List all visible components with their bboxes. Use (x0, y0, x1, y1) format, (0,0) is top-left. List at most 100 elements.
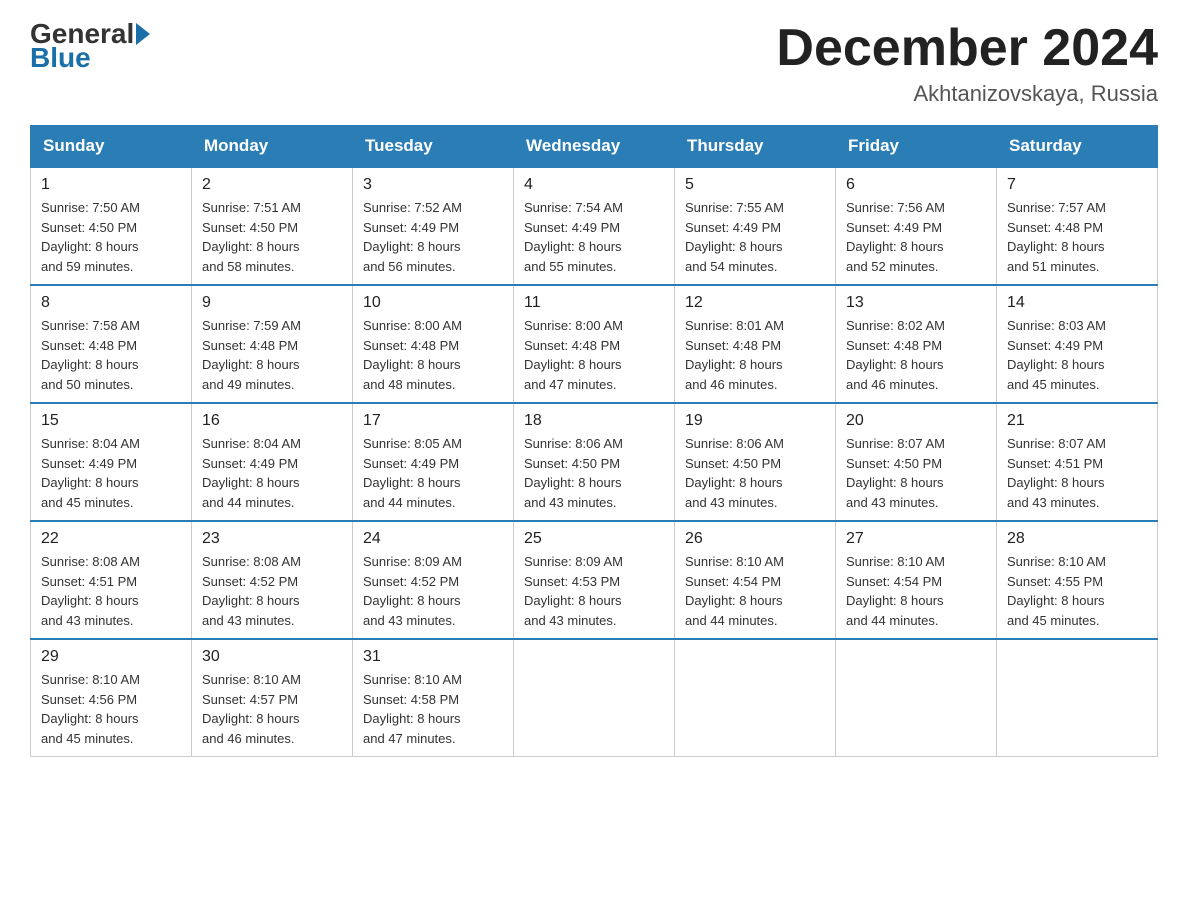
calendar-day-cell: 1 Sunrise: 7:50 AMSunset: 4:50 PMDayligh… (31, 167, 192, 285)
calendar-day-cell: 7 Sunrise: 7:57 AMSunset: 4:48 PMDayligh… (997, 167, 1158, 285)
calendar-day-cell: 6 Sunrise: 7:56 AMSunset: 4:49 PMDayligh… (836, 167, 997, 285)
month-year-title: December 2024 (776, 20, 1158, 77)
day-number: 4 (524, 176, 664, 194)
day-number: 10 (363, 294, 503, 312)
logo-blue-text: Blue (30, 42, 91, 74)
day-info: Sunrise: 8:08 AMSunset: 4:51 PMDaylight:… (41, 552, 181, 630)
calendar-table: Sunday Monday Tuesday Wednesday Thursday… (30, 125, 1158, 757)
calendar-day-cell: 22 Sunrise: 8:08 AMSunset: 4:51 PMDaylig… (31, 521, 192, 639)
day-number: 23 (202, 530, 342, 548)
day-info: Sunrise: 7:55 AMSunset: 4:49 PMDaylight:… (685, 198, 825, 276)
calendar-day-cell: 2 Sunrise: 7:51 AMSunset: 4:50 PMDayligh… (192, 167, 353, 285)
col-thursday: Thursday (675, 126, 836, 168)
day-info: Sunrise: 8:05 AMSunset: 4:49 PMDaylight:… (363, 434, 503, 512)
day-info: Sunrise: 7:51 AMSunset: 4:50 PMDaylight:… (202, 198, 342, 276)
day-number: 3 (363, 176, 503, 194)
col-monday: Monday (192, 126, 353, 168)
day-number: 27 (846, 530, 986, 548)
calendar-day-cell: 30 Sunrise: 8:10 AMSunset: 4:57 PMDaylig… (192, 639, 353, 757)
calendar-day-cell: 27 Sunrise: 8:10 AMSunset: 4:54 PMDaylig… (836, 521, 997, 639)
calendar-week-row: 1 Sunrise: 7:50 AMSunset: 4:50 PMDayligh… (31, 167, 1158, 285)
day-number: 11 (524, 294, 664, 312)
day-number: 16 (202, 412, 342, 430)
day-number: 17 (363, 412, 503, 430)
day-number: 21 (1007, 412, 1147, 430)
day-info: Sunrise: 8:07 AMSunset: 4:51 PMDaylight:… (1007, 434, 1147, 512)
calendar-day-cell: 10 Sunrise: 8:00 AMSunset: 4:48 PMDaylig… (353, 285, 514, 403)
day-number: 8 (41, 294, 181, 312)
calendar-day-cell: 24 Sunrise: 8:09 AMSunset: 4:52 PMDaylig… (353, 521, 514, 639)
calendar-day-cell: 11 Sunrise: 8:00 AMSunset: 4:48 PMDaylig… (514, 285, 675, 403)
day-info: Sunrise: 8:10 AMSunset: 4:54 PMDaylight:… (846, 552, 986, 630)
calendar-day-cell: 13 Sunrise: 8:02 AMSunset: 4:48 PMDaylig… (836, 285, 997, 403)
day-info: Sunrise: 7:58 AMSunset: 4:48 PMDaylight:… (41, 316, 181, 394)
calendar-day-cell: 23 Sunrise: 8:08 AMSunset: 4:52 PMDaylig… (192, 521, 353, 639)
day-info: Sunrise: 8:00 AMSunset: 4:48 PMDaylight:… (363, 316, 503, 394)
calendar-body: 1 Sunrise: 7:50 AMSunset: 4:50 PMDayligh… (31, 167, 1158, 757)
day-info: Sunrise: 7:54 AMSunset: 4:49 PMDaylight:… (524, 198, 664, 276)
calendar-day-cell: 26 Sunrise: 8:10 AMSunset: 4:54 PMDaylig… (675, 521, 836, 639)
day-number: 19 (685, 412, 825, 430)
day-number: 30 (202, 648, 342, 666)
day-info: Sunrise: 7:56 AMSunset: 4:49 PMDaylight:… (846, 198, 986, 276)
day-info: Sunrise: 8:09 AMSunset: 4:53 PMDaylight:… (524, 552, 664, 630)
day-info: Sunrise: 8:03 AMSunset: 4:49 PMDaylight:… (1007, 316, 1147, 394)
calendar-day-cell (836, 639, 997, 757)
page-header: General Blue December 2024 Akhtanizovska… (30, 20, 1158, 107)
day-number: 6 (846, 176, 986, 194)
day-number: 12 (685, 294, 825, 312)
day-info: Sunrise: 7:52 AMSunset: 4:49 PMDaylight:… (363, 198, 503, 276)
day-number: 20 (846, 412, 986, 430)
logo-arrow-icon (136, 23, 150, 45)
day-info: Sunrise: 8:04 AMSunset: 4:49 PMDaylight:… (41, 434, 181, 512)
day-number: 7 (1007, 176, 1147, 194)
day-info: Sunrise: 8:10 AMSunset: 4:54 PMDaylight:… (685, 552, 825, 630)
col-saturday: Saturday (997, 126, 1158, 168)
day-info: Sunrise: 8:10 AMSunset: 4:58 PMDaylight:… (363, 670, 503, 748)
calendar-day-cell: 18 Sunrise: 8:06 AMSunset: 4:50 PMDaylig… (514, 403, 675, 521)
calendar-day-cell: 21 Sunrise: 8:07 AMSunset: 4:51 PMDaylig… (997, 403, 1158, 521)
calendar-day-cell (675, 639, 836, 757)
calendar-day-cell: 9 Sunrise: 7:59 AMSunset: 4:48 PMDayligh… (192, 285, 353, 403)
day-info: Sunrise: 8:06 AMSunset: 4:50 PMDaylight:… (685, 434, 825, 512)
col-tuesday: Tuesday (353, 126, 514, 168)
day-number: 26 (685, 530, 825, 548)
day-info: Sunrise: 7:50 AMSunset: 4:50 PMDaylight:… (41, 198, 181, 276)
col-friday: Friday (836, 126, 997, 168)
day-info: Sunrise: 8:01 AMSunset: 4:48 PMDaylight:… (685, 316, 825, 394)
day-number: 25 (524, 530, 664, 548)
calendar-day-cell: 17 Sunrise: 8:05 AMSunset: 4:49 PMDaylig… (353, 403, 514, 521)
calendar-day-cell: 8 Sunrise: 7:58 AMSunset: 4:48 PMDayligh… (31, 285, 192, 403)
day-info: Sunrise: 8:08 AMSunset: 4:52 PMDaylight:… (202, 552, 342, 630)
day-info: Sunrise: 8:10 AMSunset: 4:57 PMDaylight:… (202, 670, 342, 748)
day-info: Sunrise: 8:10 AMSunset: 4:55 PMDaylight:… (1007, 552, 1147, 630)
day-number: 24 (363, 530, 503, 548)
calendar-day-cell: 20 Sunrise: 8:07 AMSunset: 4:50 PMDaylig… (836, 403, 997, 521)
calendar-day-cell: 28 Sunrise: 8:10 AMSunset: 4:55 PMDaylig… (997, 521, 1158, 639)
day-number: 14 (1007, 294, 1147, 312)
calendar-day-cell: 31 Sunrise: 8:10 AMSunset: 4:58 PMDaylig… (353, 639, 514, 757)
day-info: Sunrise: 8:00 AMSunset: 4:48 PMDaylight:… (524, 316, 664, 394)
day-info: Sunrise: 8:07 AMSunset: 4:50 PMDaylight:… (846, 434, 986, 512)
calendar-day-cell: 5 Sunrise: 7:55 AMSunset: 4:49 PMDayligh… (675, 167, 836, 285)
calendar-day-cell: 4 Sunrise: 7:54 AMSunset: 4:49 PMDayligh… (514, 167, 675, 285)
day-number: 18 (524, 412, 664, 430)
day-info: Sunrise: 8:02 AMSunset: 4:48 PMDaylight:… (846, 316, 986, 394)
calendar-day-cell: 16 Sunrise: 8:04 AMSunset: 4:49 PMDaylig… (192, 403, 353, 521)
day-number: 5 (685, 176, 825, 194)
day-info: Sunrise: 8:09 AMSunset: 4:52 PMDaylight:… (363, 552, 503, 630)
calendar-header: Sunday Monday Tuesday Wednesday Thursday… (31, 126, 1158, 168)
calendar-week-row: 8 Sunrise: 7:58 AMSunset: 4:48 PMDayligh… (31, 285, 1158, 403)
calendar-day-cell: 29 Sunrise: 8:10 AMSunset: 4:56 PMDaylig… (31, 639, 192, 757)
calendar-day-cell: 3 Sunrise: 7:52 AMSunset: 4:49 PMDayligh… (353, 167, 514, 285)
day-info: Sunrise: 8:10 AMSunset: 4:56 PMDaylight:… (41, 670, 181, 748)
calendar-day-cell: 12 Sunrise: 8:01 AMSunset: 4:48 PMDaylig… (675, 285, 836, 403)
day-number: 31 (363, 648, 503, 666)
day-number: 15 (41, 412, 181, 430)
day-info: Sunrise: 7:57 AMSunset: 4:48 PMDaylight:… (1007, 198, 1147, 276)
day-number: 1 (41, 176, 181, 194)
calendar-day-cell (514, 639, 675, 757)
calendar-day-cell: 19 Sunrise: 8:06 AMSunset: 4:50 PMDaylig… (675, 403, 836, 521)
day-info: Sunrise: 8:06 AMSunset: 4:50 PMDaylight:… (524, 434, 664, 512)
calendar-week-row: 22 Sunrise: 8:08 AMSunset: 4:51 PMDaylig… (31, 521, 1158, 639)
